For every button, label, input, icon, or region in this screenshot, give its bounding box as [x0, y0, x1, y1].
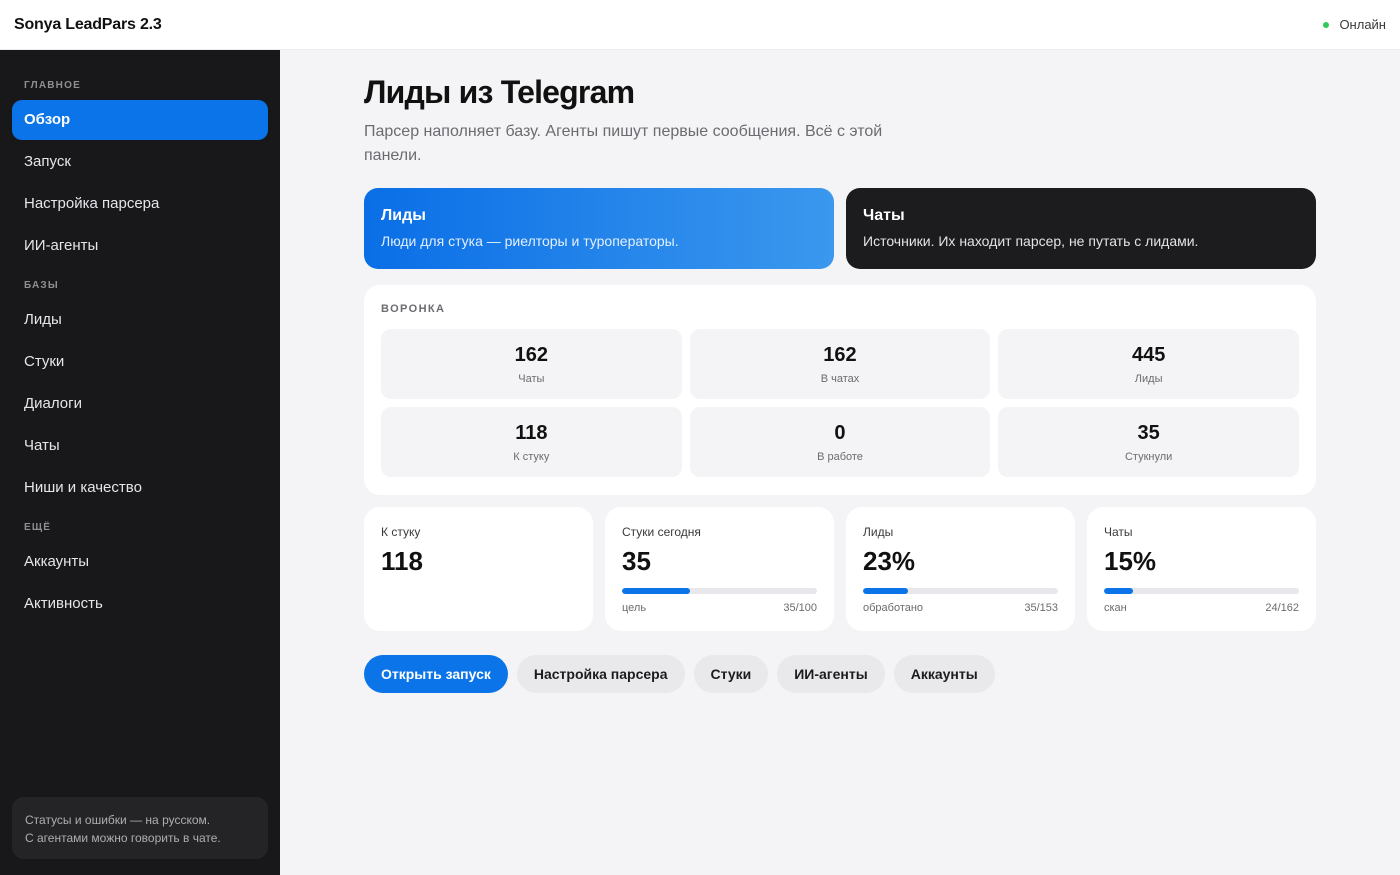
- funnel-value: 445: [1131, 344, 1166, 366]
- hero-description: Люди для стука — риелторы и туроператоры…: [381, 233, 679, 249]
- funnel-caption: Чаты: [518, 373, 545, 385]
- app-title: Sonya LeadPars 2.3: [14, 15, 162, 33]
- stat-value: 23%: [863, 546, 916, 576]
- sidebar-item-activity[interactable]: Активность: [12, 584, 268, 624]
- sidebar-item-launch[interactable]: Запуск: [12, 142, 268, 182]
- hero-card-chats[interactable]: Чаты Источники. Их находит парсер, не пу…: [846, 188, 1316, 269]
- funnel-cell-knocked: 35 Стукнули: [998, 407, 1299, 477]
- progress-fill: [1104, 588, 1134, 594]
- hero-description: Источники. Их находит парсер, не путать …: [863, 233, 1199, 249]
- sidebar-item-ai-agents[interactable]: ИИ-агенты: [12, 226, 268, 266]
- nav-section-title: БАЗЫ: [24, 280, 59, 291]
- funnel-value: 35: [1137, 422, 1160, 444]
- progress-meta-label: скан: [1104, 602, 1127, 614]
- progress-meta-count: 24/162: [1265, 602, 1299, 614]
- knocks-button[interactable]: Стуки: [693, 655, 769, 693]
- funnel-caption: Лиды: [1134, 373, 1163, 385]
- funnel-cell-in-progress: 0 В работе: [689, 407, 991, 477]
- hero-title: Чаты: [863, 207, 905, 224]
- page-subtitle: Парсер наполняет базу. Агенты пишут перв…: [364, 123, 883, 164]
- stat-card-to-knock: К стуку 118: [364, 507, 593, 631]
- sidebar-info-note: Статусы и ошибки — на русском. С агентам…: [12, 797, 268, 859]
- sidebar-item-parser-settings[interactable]: Настройка парсера: [12, 184, 268, 224]
- funnel-label: ВОРОНКА: [381, 303, 446, 315]
- funnel-cell-leads: 445 Лиды: [998, 329, 1299, 399]
- stat-label: Лиды: [863, 525, 894, 539]
- progress-meta: цель 35/100: [622, 601, 817, 615]
- hero-title: Лиды: [381, 207, 426, 224]
- funnel-panel: ВОРОНКА 162 Чаты 162 В чатах 445 Лиды 11…: [364, 285, 1316, 495]
- progress-meta: скан 24/162: [1104, 601, 1299, 615]
- stat-label: Стуки сегодня: [622, 525, 701, 539]
- funnel-caption: В работе: [817, 451, 863, 463]
- funnel-value: 118: [515, 422, 548, 444]
- top-bar: Sonya LeadPars 2.3 Онлайн: [0, 0, 1400, 50]
- funnel-cell-chats: 162 Чаты: [381, 329, 682, 399]
- status-label: Онлайн: [1339, 17, 1386, 32]
- sidebar-item-knocks[interactable]: Стуки: [12, 342, 268, 382]
- progress-meta-count: 35/153: [1024, 602, 1058, 614]
- hero-cards: Лиды Люди для стука — риелторы и туропер…: [364, 188, 1316, 269]
- hero-card-leads[interactable]: Лиды Люди для стука — риелторы и туропер…: [364, 188, 834, 269]
- funnel-value: 162: [823, 344, 857, 366]
- funnel-grid: 162 Чаты 162 В чатах 445 Лиды 118 К стук…: [381, 329, 1299, 477]
- stat-value: 118: [381, 546, 423, 576]
- progress-bar: [1104, 588, 1299, 594]
- stat-label: К стуку: [381, 525, 421, 539]
- nav-section-title: ЕЩЁ: [24, 522, 52, 533]
- open-launch-button[interactable]: Открыть запуск: [364, 655, 508, 693]
- stat-value: 35: [622, 546, 651, 576]
- main-content: Лиды из Telegram Парсер наполняет базу. …: [364, 50, 1316, 693]
- accounts-button[interactable]: Аккаунты: [893, 655, 995, 693]
- nav-section-title: ГЛАВНОЕ: [24, 80, 81, 91]
- sidebar: ГЛАВНОЕ Обзор Запуск Настройка парсера И…: [0, 50, 280, 875]
- quick-actions: Открыть запуск Настройка парсера Стуки И…: [364, 655, 1316, 693]
- funnel-cell-in-chats: 162 В чатах: [689, 329, 991, 399]
- sidebar-item-accounts[interactable]: Аккаунты: [12, 542, 268, 582]
- connection-status: Онлайн: [1323, 17, 1386, 32]
- progress-meta-count: 35/100: [783, 602, 817, 614]
- sidebar-item-leads[interactable]: Лиды: [12, 300, 268, 340]
- note-line: С агентами можно говорить в чате.: [25, 831, 221, 845]
- funnel-cell-to-knock: 118 К стуку: [381, 407, 682, 477]
- funnel-value: 0: [834, 422, 846, 444]
- parser-settings-button[interactable]: Настройка парсера: [516, 655, 685, 693]
- stats-row: К стуку 118 Стуки сегодня 35 цель 35/100…: [364, 507, 1316, 631]
- stat-card-knocks-today: Стуки сегодня 35 цель 35/100: [605, 507, 834, 631]
- status-dot-icon: [1323, 21, 1330, 28]
- sidebar-item-chats[interactable]: Чаты: [12, 426, 268, 466]
- progress-meta: обработано 35/153: [863, 601, 1058, 615]
- stat-card-chats: Чаты 15% скан 24/162: [1087, 507, 1316, 631]
- sidebar-item-niches-quality[interactable]: Ниши и качество: [12, 468, 268, 508]
- stat-card-leads: Лиды 23% обработано 35/153: [846, 507, 1075, 631]
- progress-fill: [863, 588, 908, 594]
- progress-meta-label: цель: [622, 602, 647, 614]
- progress-fill: [622, 588, 691, 594]
- sidebar-item-overview[interactable]: Обзор: [12, 100, 268, 140]
- sidebar-item-dialogs[interactable]: Диалоги: [12, 384, 268, 424]
- progress-bar: [863, 588, 1058, 594]
- note-line: Статусы и ошибки — на русском.: [25, 813, 211, 827]
- stat-value: 15%: [1104, 546, 1157, 576]
- ai-agents-button[interactable]: ИИ-агенты: [777, 655, 885, 693]
- funnel-value: 162: [514, 344, 549, 366]
- progress-meta-label: обработано: [863, 602, 924, 614]
- page-title: Лиды из Telegram: [364, 74, 635, 110]
- funnel-caption: Стукнули: [1124, 451, 1173, 463]
- progress-bar: [622, 588, 817, 594]
- stat-label: Чаты: [1104, 525, 1133, 539]
- funnel-caption: К стуку: [513, 451, 550, 463]
- funnel-caption: В чатах: [820, 373, 860, 385]
